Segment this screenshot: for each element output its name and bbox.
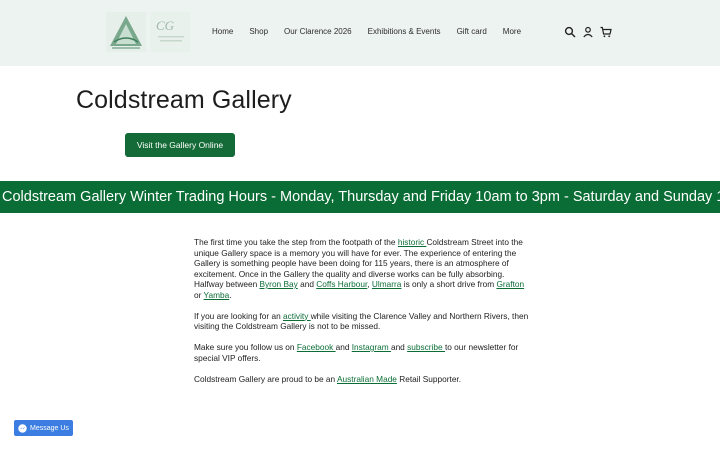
link-activity[interactable]: activity xyxy=(283,311,311,321)
nav-exhibitions-events[interactable]: Exhibitions & Events xyxy=(368,27,441,36)
text: If you are looking for an xyxy=(194,310,284,321)
cg-logo[interactable]: CG xyxy=(150,12,190,52)
text: . xyxy=(229,289,232,300)
text: and xyxy=(390,342,408,352)
link-historic[interactable]: historic xyxy=(398,237,427,247)
text: or xyxy=(194,289,204,300)
nav-home[interactable]: Home xyxy=(212,27,233,36)
page-title: Coldstream Gallery xyxy=(76,86,292,114)
banner-text: Coldstream Gallery Winter Trading Hours … xyxy=(2,189,720,205)
announcement-banner: Coldstream Gallery Winter Trading Hours … xyxy=(0,181,720,213)
main-nav: Home Shop Our Clarence 2026 Exhibitions … xyxy=(212,27,537,36)
cart-icon[interactable] xyxy=(600,26,612,38)
messenger-icon xyxy=(18,423,27,433)
text: Retail Supporter. xyxy=(396,373,462,384)
gallery-logo[interactable] xyxy=(106,12,146,52)
visit-gallery-online-button[interactable]: Visit the Gallery Online xyxy=(125,133,235,157)
svg-text:CG: CG xyxy=(156,18,175,33)
text: The first time you take the step from th… xyxy=(194,237,398,247)
nav-more[interactable]: More xyxy=(503,27,521,36)
link-subscribe[interactable]: subscribe xyxy=(407,342,445,352)
australian-made-paragraph: Coldstream Gallery are proud to be an Au… xyxy=(194,374,529,385)
nav-shop[interactable]: Shop xyxy=(249,27,268,36)
link-byron-bay[interactable]: Byron Bay xyxy=(260,279,298,289)
text: is only a short drive from xyxy=(401,279,497,289)
social-paragraph: Make sure you follow us on Facebook and … xyxy=(194,342,529,363)
site-header: CG Home Shop Our Clarence 2026 Exhibitio… xyxy=(0,0,720,66)
link-ulmarra[interactable]: Ulmarra xyxy=(372,279,402,289)
message-us-label: Message Us xyxy=(30,424,69,432)
link-australian-made[interactable]: Australian Made xyxy=(337,374,397,384)
intro-content: The first time you take the step from th… xyxy=(194,237,529,395)
intro-paragraph: The first time you take the step from th… xyxy=(194,237,529,300)
nav-gift-card[interactable]: Gift card xyxy=(457,27,487,36)
activity-paragraph: If you are looking for an activity while… xyxy=(194,311,529,332)
link-grafton[interactable]: Grafton xyxy=(496,279,524,289)
message-us-button[interactable]: Message Us xyxy=(14,420,73,436)
link-coffs-harbour[interactable]: Coffs Harbour xyxy=(316,279,367,289)
account-icon[interactable] xyxy=(582,26,594,38)
text: and xyxy=(335,342,352,352)
nav-our-clarence-2026[interactable]: Our Clarence 2026 xyxy=(284,27,352,36)
link-instagram[interactable]: Instagram xyxy=(352,342,391,352)
text: Coldstream Gallery are proud to be an xyxy=(194,373,337,384)
link-yamba[interactable]: Yamba xyxy=(204,290,230,300)
header-icons xyxy=(564,26,612,38)
text: and xyxy=(297,279,317,289)
link-facebook[interactable]: Facebook xyxy=(297,342,336,352)
text: Make sure you follow us on xyxy=(194,342,297,352)
search-icon[interactable] xyxy=(564,26,576,38)
